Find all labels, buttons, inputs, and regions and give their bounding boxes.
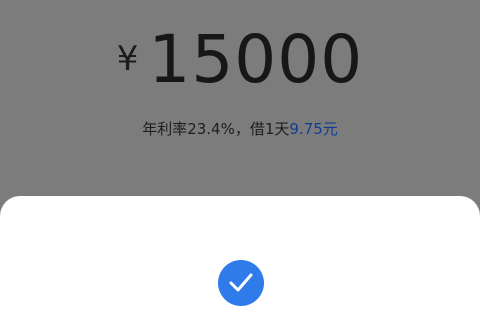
annual-rate-text: 年利率23.4%，借1天 — [142, 120, 290, 138]
currency-symbol: ¥ — [116, 39, 139, 79]
loan-amount: 15000 — [148, 21, 364, 98]
success-check-icon — [218, 260, 264, 306]
daily-interest-amount: 9.75元 — [289, 120, 338, 138]
loan-amount-display: ¥15000 — [0, 22, 480, 98]
interest-rate-line: 年利率23.4%，借1天9.75元 — [0, 118, 480, 139]
